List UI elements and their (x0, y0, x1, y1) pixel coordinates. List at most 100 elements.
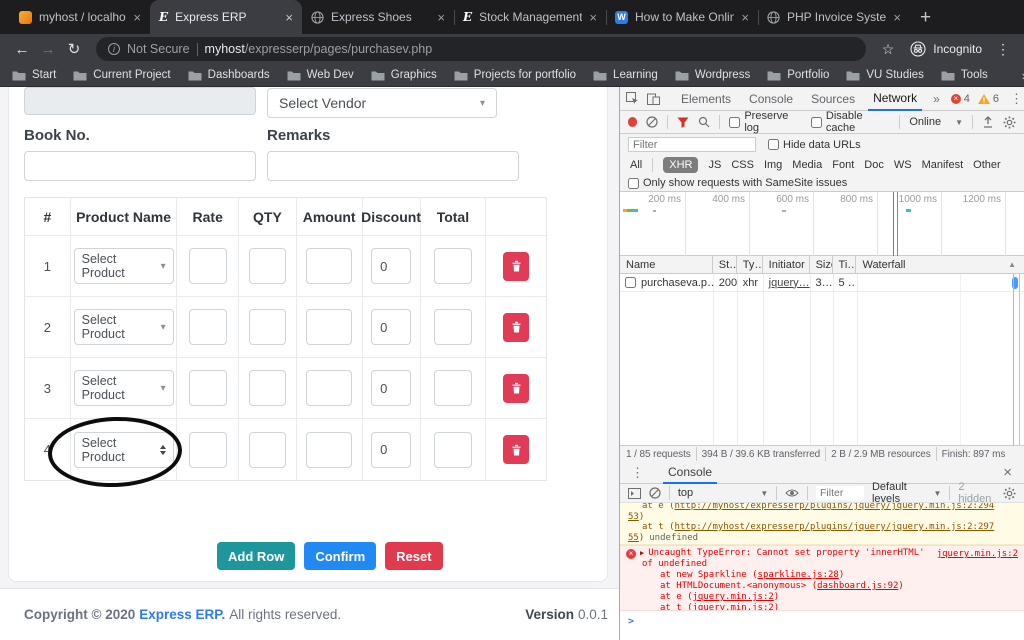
checkbox[interactable] (811, 117, 822, 128)
live-expression-eye-icon[interactable] (785, 488, 799, 498)
bookmark-folder-start[interactable]: Start (12, 69, 56, 81)
close-tab-icon[interactable]: × (437, 10, 445, 25)
delete-row-button[interactable] (503, 435, 529, 464)
confirm-button[interactable]: Confirm (304, 542, 376, 570)
execution-context-select[interactable]: top▼ (678, 487, 768, 499)
product-select[interactable]: Select Product▾ (74, 309, 174, 345)
delete-row-button[interactable] (503, 313, 529, 342)
col-time[interactable]: Ti… (833, 256, 857, 274)
back-icon[interactable]: ← (10, 41, 34, 58)
bookmark-folder-wordpress[interactable]: Wordpress (675, 69, 750, 81)
amount-input[interactable] (306, 248, 352, 284)
bookmark-folder-projects-for-portfolio[interactable]: Projects for portfolio (454, 69, 576, 81)
tab-console[interactable]: Console (744, 87, 798, 111)
tab-elements[interactable]: Elements (676, 87, 736, 111)
discount-input[interactable] (371, 309, 411, 345)
request-name[interactable]: purchaseva.p… (641, 277, 713, 289)
new-tab-button[interactable]: + (920, 7, 931, 29)
product-select[interactable]: Select Product▾ (74, 248, 174, 284)
type-filter-font[interactable]: Font (832, 159, 854, 171)
console-settings-gear-icon[interactable] (1003, 487, 1016, 500)
url-bar[interactable]: i Not Secure myhost/expresserp/pages/pur… (96, 37, 866, 61)
devtools-menu-icon[interactable]: ⋮ (1007, 91, 1024, 107)
close-tab-icon[interactable]: × (893, 10, 901, 25)
clear-console-icon[interactable] (649, 487, 661, 499)
tab-express-shoes[interactable]: Express Shoes × (302, 0, 454, 34)
tab-express-erp[interactable]: E Express ERP × (150, 0, 302, 34)
source-link[interactable]: sparkline.js:28 (758, 570, 839, 580)
error-badge[interactable]: ×4 (951, 93, 970, 105)
amount-input[interactable] (306, 432, 352, 468)
product-select-highlighted[interactable]: Select Product (74, 432, 174, 468)
rate-input[interactable] (189, 432, 227, 468)
tab-wikihow[interactable]: W How to Make Online Inv × (606, 0, 758, 34)
samesite-checkbox[interactable]: Only show requests with SameSite issues (628, 177, 847, 189)
type-filter-manifest[interactable]: Manifest (922, 159, 964, 171)
console-prompt-chevron[interactable]: > (628, 616, 634, 627)
col-initiator[interactable]: Initiator (763, 256, 810, 274)
type-filter-media[interactable]: Media (792, 159, 822, 171)
amount-input[interactable] (306, 309, 352, 345)
rate-input[interactable] (189, 370, 227, 406)
checkbox[interactable] (729, 117, 740, 128)
vendor-select[interactable]: Select Vendor ▾ (267, 88, 497, 118)
close-tab-icon[interactable]: × (285, 10, 293, 25)
reset-button[interactable]: Reset (385, 542, 442, 570)
network-filter-input[interactable] (628, 137, 756, 152)
source-link[interactable]: http://myhost/expresserp/plugins/jquery/… (675, 503, 995, 511)
forward-icon[interactable]: → (36, 41, 60, 58)
device-toolbar-icon[interactable] (647, 93, 660, 105)
clear-icon[interactable] (646, 116, 658, 128)
tab-stock-management[interactable]: E Stock Management Syst × (454, 0, 606, 34)
tab-php-invoice[interactable]: PHP Invoice System Dem × (758, 0, 910, 34)
filter-funnel-icon[interactable] (677, 117, 689, 128)
close-tab-icon[interactable]: × (589, 10, 597, 25)
bookmark-folder-tools[interactable]: Tools (941, 69, 988, 81)
remarks-input[interactable] (267, 151, 519, 181)
bookmark-folder-web-dev[interactable]: Web Dev (287, 69, 354, 81)
qty-input[interactable] (249, 370, 286, 406)
bookmark-folder-graphics[interactable]: Graphics (371, 69, 437, 81)
network-overview-timeline[interactable]: 200 ms 400 ms 600 ms 800 ms 1000 ms 1200… (620, 192, 1024, 256)
close-tab-icon[interactable]: × (133, 10, 141, 25)
total-input[interactable] (434, 309, 472, 345)
drawer-close-icon[interactable]: × (999, 464, 1016, 481)
source-link[interactable]: jquery.min.js:2 (693, 603, 774, 611)
disable-cache-checkbox[interactable]: Disable cache (811, 110, 890, 134)
type-filter-doc[interactable]: Doc (864, 159, 884, 171)
console-filter-input[interactable] (816, 486, 864, 500)
reload-icon[interactable]: ↻ (62, 40, 86, 58)
search-icon[interactable] (698, 116, 710, 128)
request-initiator-link[interactable]: jquery… (769, 277, 810, 289)
col-type[interactable]: Ty… (737, 256, 763, 274)
throttling-select[interactable]: Online▼ (909, 116, 963, 128)
type-filter-img[interactable]: Img (764, 159, 782, 171)
source-link[interactable]: http://myhost/expresserp/plugins/jquery/… (675, 522, 995, 532)
rate-input[interactable] (189, 248, 227, 284)
amount-input[interactable] (306, 370, 352, 406)
type-filter-all[interactable]: All (630, 159, 642, 171)
source-link[interactable]: dashboard.js:92 (817, 581, 898, 591)
tab-phpmyadmin[interactable]: myhost / localhost / expr × (10, 0, 150, 34)
col-waterfall[interactable]: Waterfall▲ (856, 256, 1024, 274)
product-select[interactable]: Select Product▾ (74, 370, 174, 406)
col-status[interactable]: St… (713, 256, 737, 274)
delete-row-button[interactable] (503, 252, 529, 281)
request-checkbox[interactable] (625, 277, 636, 288)
tab-network[interactable]: Network (868, 87, 922, 111)
bookmark-folder-vu-studies[interactable]: VU Studies (846, 69, 924, 81)
request-row[interactable]: purchaseva.p… 200 xhr jquery… 3… 5 … (620, 274, 1024, 292)
discount-input[interactable] (371, 432, 411, 468)
record-icon[interactable] (628, 117, 637, 127)
browser-menu-icon[interactable]: ⋮ (992, 41, 1014, 58)
rate-input[interactable] (189, 309, 227, 345)
qty-input[interactable] (249, 309, 286, 345)
checkbox[interactable] (768, 139, 779, 150)
add-row-button[interactable]: Add Row (217, 542, 295, 570)
type-filter-other[interactable]: Other (973, 159, 1001, 171)
bookmark-folder-learning[interactable]: Learning (593, 69, 658, 81)
source-link[interactable]: 55 (628, 533, 639, 543)
source-link[interactable]: 53 (628, 512, 639, 522)
col-size[interactable]: Size (810, 256, 833, 274)
hide-data-urls-checkbox[interactable]: Hide data URLs (768, 139, 861, 151)
